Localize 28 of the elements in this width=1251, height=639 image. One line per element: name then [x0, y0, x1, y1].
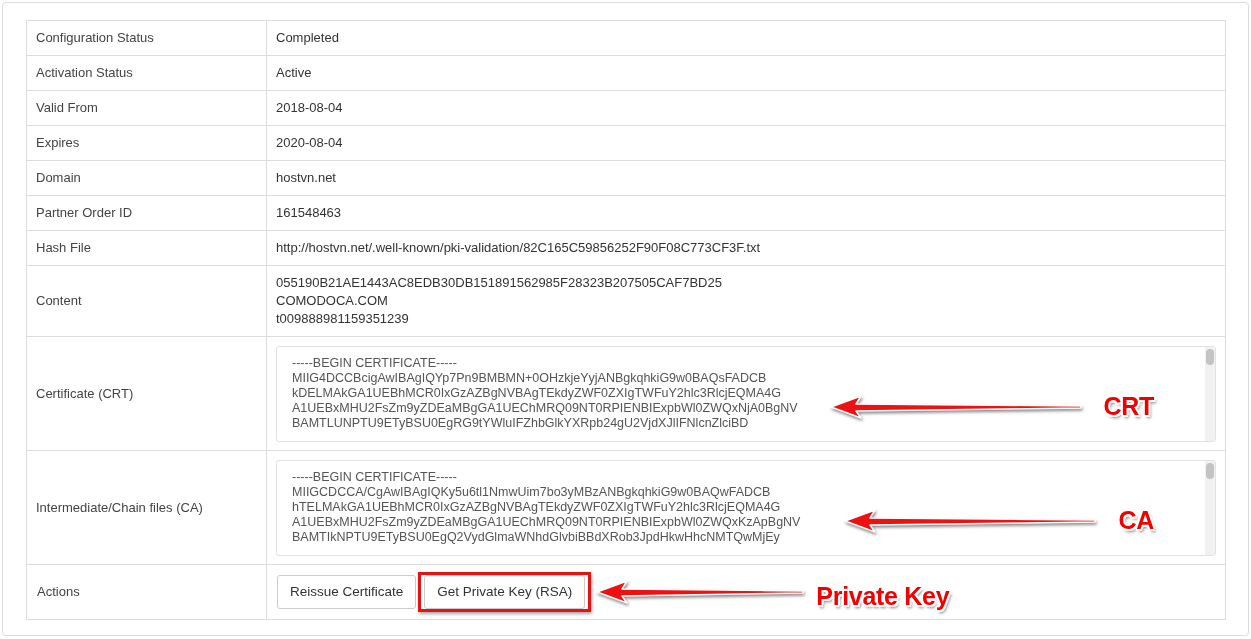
- content-line: t009888981159351239: [276, 310, 409, 328]
- scrollbar-thumb[interactable]: [1206, 348, 1214, 365]
- property-value: 2018-08-04: [276, 100, 343, 116]
- property-value: hostvn.net: [276, 170, 336, 186]
- property-label: Hash File: [36, 240, 91, 256]
- callout-label: CA: [1118, 508, 1154, 533]
- property-value: 161548463: [276, 205, 342, 221]
- property-label: Certificate (CRT): [36, 385, 134, 401]
- property-value: Active: [276, 65, 312, 81]
- property-value: Completed: [276, 30, 339, 46]
- property-label: Expires: [36, 135, 80, 151]
- callout-label: CRT: [1103, 394, 1154, 419]
- content-line: COMODOCA.COM: [276, 292, 388, 310]
- callout-label: Private Key: [816, 583, 950, 609]
- property-label: Configuration Status: [36, 30, 154, 46]
- property-label: Content: [36, 293, 82, 309]
- property-label: Domain: [36, 170, 81, 186]
- property-label: Intermediate/Chain files (CA): [36, 499, 203, 515]
- property-value: http://hostvn.net/.well-known/pki-validation/82C165C59856252F90F08C773CF3F.txt: [276, 240, 761, 256]
- property-label: Activation Status: [36, 65, 133, 81]
- action-button[interactable]: Reissue Certificate: [277, 575, 417, 609]
- property-label: Valid From: [36, 100, 98, 116]
- action-button[interactable]: Get Private Key (RSA): [424, 575, 586, 609]
- property-label: Partner Order ID: [36, 205, 133, 221]
- content-line: 055190B21AE1443AC8EDB30DB151891562985F28323B207505CAF7BD25: [276, 274, 722, 292]
- property-label: Actions: [37, 584, 80, 600]
- property-value: 2020-08-04: [276, 135, 343, 151]
- scrollbar-thumb[interactable]: [1206, 462, 1214, 479]
